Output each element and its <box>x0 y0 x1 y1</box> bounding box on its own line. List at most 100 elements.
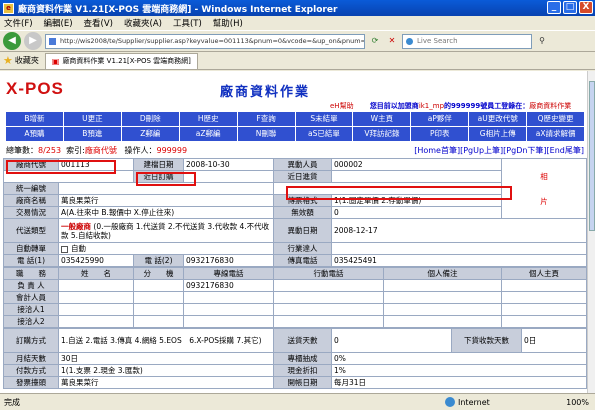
payment-field[interactable]: 1(1.支票 2.現金 3.匯款) <box>58 364 274 377</box>
contact-line-field[interactable]: 0932176830 <box>183 279 274 292</box>
function-button[interactable]: aP夥伴 <box>411 112 469 126</box>
close-button[interactable]: X <box>579 1 593 14</box>
contact-cell[interactable] <box>501 303 587 316</box>
status-bar: 完成 Internet 100% <box>0 393 595 410</box>
cash-discount-label: 現金折扣 <box>273 364 332 377</box>
nav-pgup-link[interactable]: [PgUp上筆] <box>460 145 503 157</box>
auto-transfer-checkbox[interactable] <box>61 245 68 253</box>
contact-cell[interactable] <box>58 279 134 292</box>
contact-cell[interactable] <box>133 315 184 328</box>
nav-pgdn-link[interactable]: [PgDn下筆] <box>503 145 546 157</box>
cash-discount-field[interactable]: 1% <box>331 364 587 377</box>
help-link[interactable]: eH幫助 <box>330 102 354 110</box>
search-icon[interactable]: ⚲ <box>535 34 549 48</box>
function-button[interactable]: P印表 <box>411 127 469 141</box>
address-input[interactable]: http://wis2008/te/Supplier/supplier.asp?… <box>45 33 365 49</box>
tax-type-field[interactable]: 一般廠商 (0.一般廠商 1.代送貨 2.不代送貨 3.代收款 4.不代收款 5… <box>58 218 274 243</box>
function-button[interactable]: aZ郵編 <box>179 127 237 141</box>
invoice-date-field[interactable]: 每月31日 <box>331 376 587 389</box>
menu-favorites[interactable]: 收藏夾(A) <box>124 17 162 29</box>
contact-cell[interactable] <box>133 291 184 304</box>
function-button[interactable]: Q歷史變更 <box>527 112 585 126</box>
contact-cell[interactable] <box>383 303 502 316</box>
function-button[interactable]: H歷史 <box>179 112 237 126</box>
contact-cell[interactable] <box>383 279 502 292</box>
maximize-button[interactable]: □ <box>563 1 577 14</box>
function-button[interactable]: W主頁 <box>353 112 411 126</box>
contact-cell[interactable] <box>58 303 134 316</box>
contact-cell[interactable] <box>501 291 587 304</box>
function-button[interactable]: aX請求解價 <box>527 127 585 141</box>
contact-cell[interactable] <box>273 291 384 304</box>
order-method-field[interactable]: 1.自送 2.電話 3.傳真 4.網絡 5.EOS 6.X-POS採購 7.其它… <box>58 328 274 353</box>
photo-box[interactable]: 相片 <box>501 158 587 219</box>
search-input[interactable]: Live Search <box>402 33 532 49</box>
nav-home-link[interactable]: [Home首筆] <box>414 145 460 157</box>
invoice-field[interactable]: 萬良果菜行 <box>58 376 274 389</box>
operator-id: 999999 <box>156 146 188 155</box>
contact-cell[interactable] <box>273 315 384 328</box>
trade-status-field[interactable]: A(A.往來中 B.報價中 X.停止往來) <box>58 206 274 219</box>
forward-button[interactable]: ▶ <box>24 32 42 50</box>
contact-line-field[interactable] <box>183 291 274 304</box>
contact-cell[interactable] <box>383 315 502 328</box>
contact-cell[interactable] <box>133 303 184 316</box>
menu-help[interactable]: 幫助(H) <box>213 17 243 29</box>
browser-tab[interactable]: ▣ 廠商資料作業 V1.21[X-POS 雲端商務網] <box>44 52 198 69</box>
contact-cell[interactable] <box>273 279 384 292</box>
contact-cell[interactable] <box>501 315 587 328</box>
contact-cell[interactable] <box>58 315 134 328</box>
industry-button[interactable]: 行業達人 <box>273 242 332 255</box>
contact-cell[interactable] <box>58 291 134 304</box>
contact-cell[interactable] <box>501 279 587 292</box>
function-button[interactable]: V拜訪記錄 <box>353 127 411 141</box>
back-button[interactable]: ◀ <box>3 32 21 50</box>
function-button[interactable]: aS已結單 <box>295 127 353 141</box>
delivery-days-field[interactable]: 0 <box>331 328 452 353</box>
function-button[interactable]: B增新 <box>6 112 63 126</box>
auto-transfer-field[interactable]: 自動 <box>58 242 274 255</box>
function-button[interactable]: S未結單 <box>295 112 353 126</box>
function-button[interactable]: D刪除 <box>121 112 179 126</box>
vertical-scrollbar[interactable] <box>587 71 595 393</box>
function-button[interactable]: U更正 <box>63 112 121 126</box>
zoom-level[interactable]: 100% <box>535 398 595 407</box>
minimize-button[interactable]: _ <box>547 1 561 14</box>
function-button[interactable]: F查詢 <box>237 112 295 126</box>
build-date-field[interactable]: 2008-10-30 <box>183 158 274 171</box>
recent-purchase-button[interactable]: 近日進貨 <box>273 170 332 183</box>
stop-icon[interactable]: ✕ <box>385 34 399 48</box>
function-button[interactable]: B預進 <box>63 127 121 141</box>
index-field[interactable]: 廠商代號 <box>85 146 117 155</box>
menu-view[interactable]: 查看(V) <box>84 17 113 29</box>
contact-line-field[interactable] <box>183 315 274 328</box>
change-date-field[interactable]: 2008-12-17 <box>331 218 587 243</box>
contact-line-field[interactable] <box>183 303 274 316</box>
function-button[interactable]: G相片上傳 <box>469 127 527 141</box>
phone2-field[interactable]: 0932176830 <box>183 254 274 267</box>
contact-cell[interactable] <box>133 279 184 292</box>
menu-tools[interactable]: 工具(T) <box>173 17 202 29</box>
function-button[interactable]: aU更改代號 <box>469 112 527 126</box>
function-button[interactable]: A預購 <box>6 127 63 141</box>
menu-file[interactable]: 文件(F) <box>4 17 33 29</box>
function-button[interactable]: N刪聯 <box>237 127 295 141</box>
contact-cell[interactable] <box>383 291 502 304</box>
vendor-name-field[interactable]: 萬良果菜行 <box>58 194 274 207</box>
scroll-thumb[interactable] <box>589 81 595 231</box>
refresh-icon[interactable]: ⟳ <box>368 34 382 48</box>
logo: X-POS <box>6 79 64 98</box>
fax-field[interactable]: 035425491 <box>331 254 587 267</box>
menu-edit[interactable]: 編輯(E) <box>44 17 73 29</box>
page-icon: ▣ <box>51 56 60 66</box>
monthly-days-field[interactable]: 30日 <box>58 352 274 365</box>
nav-end-link[interactable]: [End尾筆] <box>547 145 584 157</box>
phone1-field[interactable]: 035425990 <box>58 254 134 267</box>
contact-cell[interactable] <box>273 303 384 316</box>
favorites-button[interactable]: ★ 收藏夾 <box>3 54 39 67</box>
commission-field[interactable]: 0% <box>331 352 587 365</box>
function-button[interactable]: Z郵編 <box>121 127 179 141</box>
change-person-field[interactable]: 000002 <box>331 158 502 171</box>
invalid-field[interactable]: 0 <box>331 206 502 219</box>
collection-days-field[interactable]: 0日 <box>521 328 587 353</box>
